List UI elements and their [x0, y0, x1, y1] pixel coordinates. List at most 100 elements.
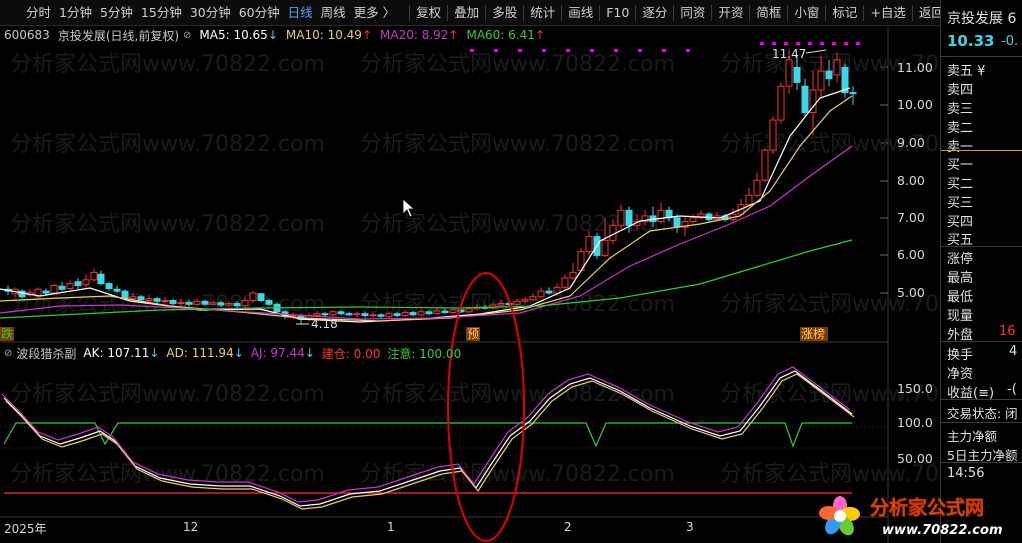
period-tab-2[interactable]: 5分钟	[96, 0, 137, 26]
tool-button-1[interactable]: 叠加	[450, 0, 483, 26]
tool-button-11[interactable]: 标记	[828, 0, 861, 26]
candle-body	[193, 300, 201, 305]
tool-button-4[interactable]: 画线	[564, 0, 597, 26]
candle-body	[553, 286, 561, 294]
candle-body	[329, 311, 337, 316]
settings-icon[interactable]: ⊘	[4, 348, 12, 359]
candle-body	[417, 311, 425, 316]
period-tab-8[interactable]: 更多 〉	[350, 0, 399, 26]
watermark: 分析家公式网www.70822.com	[10, 212, 325, 237]
toolbar-divider	[787, 4, 789, 21]
bid-1: 买一	[947, 158, 974, 173]
signal-marker	[470, 49, 474, 52]
chart-mode: (日线,前复权)	[105, 28, 180, 43]
price-tick: 6.00	[897, 247, 925, 262]
toolbar-divider	[749, 4, 751, 21]
candle-body	[129, 296, 137, 300]
ma60-value: MA60: 6.41↑	[466, 28, 545, 42]
signal-marker	[856, 42, 860, 45]
tool-button-5[interactable]: F10	[602, 0, 633, 26]
toolbar: 分时 1分钟 5分钟 15分钟 30分钟 60分钟 日线 周线 更多 〉复权 叠加 多股 统计 画线 F1…	[0, 0, 1022, 26]
candle	[561, 274, 569, 290]
candle-body	[58, 285, 66, 290]
signal-marker	[796, 42, 800, 45]
price-tick: 11.00	[897, 60, 933, 75]
signal-marker	[494, 49, 498, 52]
bid-3: 买三	[947, 196, 974, 211]
candle-body	[769, 119, 777, 151]
period-tab-0[interactable]: 分时	[22, 0, 55, 26]
toolbar-divider	[561, 4, 563, 21]
candle-body	[82, 279, 90, 286]
period-tab-1[interactable]: 1分钟	[55, 0, 96, 26]
candle-body	[793, 66, 801, 83]
tool-button-3[interactable]: 统计	[526, 0, 559, 26]
main-net-label: 主力净额	[947, 429, 998, 444]
candle	[569, 262, 577, 280]
logo-url: www.70822.com	[882, 523, 1003, 538]
price-tick: 5.00	[897, 285, 925, 300]
stock-name: 京投发展	[57, 28, 106, 43]
toolbar-divider	[523, 4, 525, 21]
bid-2: 买二	[947, 177, 974, 192]
tool-button-8[interactable]: 开资	[714, 0, 747, 26]
signal-marker	[784, 42, 788, 45]
ma10-line	[0, 95, 853, 322]
candle	[769, 116, 777, 154]
date-tick: 1	[387, 520, 395, 534]
candle	[82, 274, 90, 288]
stat-high: 最高	[947, 271, 974, 286]
candle	[841, 63, 849, 98]
tool-button-10[interactable]: 小窗	[790, 0, 823, 26]
period-tab-4[interactable]: 30分钟	[186, 0, 235, 26]
candle-body	[177, 301, 185, 305]
candle-body	[121, 290, 129, 300]
logo-title: 分析家公式网	[870, 496, 984, 519]
tool-button-6[interactable]: 逐分	[638, 0, 671, 26]
high-label: 11.47	[772, 47, 806, 61]
ask-1: 卖一	[947, 140, 974, 155]
watermark: 分析家公式网www.70822.com	[10, 462, 325, 487]
bid-4: 买四	[947, 215, 974, 230]
candle	[66, 279, 74, 290]
period-tab-6[interactable]: 日线	[284, 0, 317, 26]
side-change: -0.	[1001, 34, 1019, 49]
period-tab-3[interactable]: 15分钟	[137, 0, 186, 26]
watermark: 分析家公式网www.70822.com	[10, 52, 325, 77]
toolbar-divider	[447, 4, 449, 21]
candle	[105, 281, 113, 292]
indicator-tick: 150.0	[897, 381, 933, 396]
tool-button-9[interactable]: 简框	[752, 0, 785, 26]
chart-area[interactable]: 分析家公式网www.70822.com 分析家公式网www.70822.com 分析…	[0, 26, 940, 543]
date-tick: 2	[564, 520, 572, 534]
indicator-tick: 100.0	[897, 415, 933, 430]
indicator-name[interactable]: 波段猎杀副	[16, 345, 76, 362]
candle-body	[249, 292, 257, 302]
indicator-info-bar: ⊘ 波段猎杀副 AK: 107.11↓ AD: 111.94↓ AJ: 97.4…	[0, 344, 468, 362]
candle	[577, 247, 585, 273]
candle-body	[657, 209, 665, 223]
period-tab-7[interactable]: 周线	[317, 0, 350, 26]
candle-body	[209, 302, 217, 305]
tool-button-7[interactable]: 同资	[676, 0, 709, 26]
candle-body	[385, 313, 393, 317]
chevron-down-icon[interactable]: ⊘	[183, 30, 191, 41]
toolbar-divider	[635, 4, 637, 21]
chart-canvas[interactable]: 分析家公式网www.70822.com 分析家公式网www.70822.com 分析…	[0, 26, 940, 543]
toolbar-divider	[673, 4, 675, 21]
signal-marker	[662, 49, 666, 52]
tool-button-2[interactable]: 多股	[488, 0, 521, 26]
candle	[753, 172, 761, 198]
candle-body	[113, 288, 121, 292]
candle-body	[689, 217, 697, 223]
jc-value: 建仓: 0.00	[321, 346, 381, 361]
candle	[97, 270, 105, 286]
candle-body	[233, 303, 241, 307]
period-tab-5[interactable]: 60分钟	[235, 0, 284, 26]
stock-code: 600683	[4, 28, 50, 42]
candle-body	[353, 313, 361, 316]
tool-button-0[interactable]: 复权	[412, 0, 445, 26]
signal-marker	[832, 42, 836, 45]
tool-button-12[interactable]: +自选	[866, 0, 909, 26]
watermark: 分析家公式网www.70822.com	[10, 382, 325, 407]
